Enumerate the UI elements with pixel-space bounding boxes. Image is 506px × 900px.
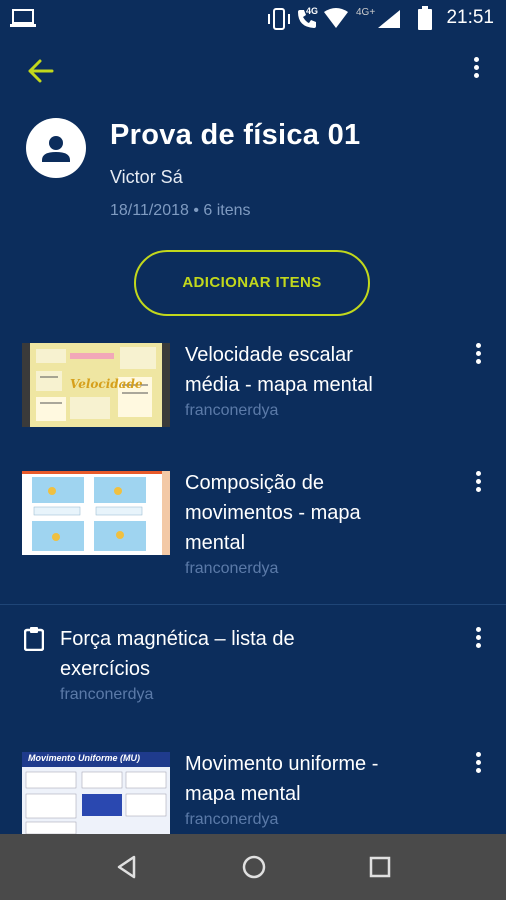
more-options-icon[interactable] [464,54,488,84]
item-author: franconerdya [185,402,279,419]
back-arrow-icon[interactable] [24,54,58,88]
wifi-icon [324,8,348,28]
list-author: Victor Sá [110,167,183,187]
item-title: Força magnética – lista de exercícios [60,628,295,680]
list-item[interactable]: Força magnética – lista de exercícios fr… [0,624,506,714]
add-items-button[interactable]: ADICIONAR ITENS [134,250,370,316]
laptop-icon [10,9,36,27]
list-item[interactable]: Movimento Uniforme (MU) Movimento unifor… [0,749,506,834]
page-title: Prova de física 01 [110,119,361,151]
item-more-options-icon[interactable] [466,340,490,370]
list-item[interactable]: Velocidade Velocidade escalar média - ma… [0,340,506,440]
item-title: Movimento uniforme - mapa mental [185,753,379,805]
nav-back-icon[interactable] [114,854,140,880]
divider [0,604,506,605]
list-item[interactable]: Composição de movimentos - mapa mental f… [0,468,506,588]
avatar [26,118,86,178]
data-type-label: 4G+ [356,7,376,18]
thumbnail-image: Velocidade [22,343,170,427]
vibrate-icon [268,8,290,30]
network-type-label: 4G [306,6,319,16]
item-author: franconerdya [185,811,279,828]
item-more-options-icon[interactable] [466,624,490,654]
cell-signal-icon [378,10,400,28]
item-title: Composição de movimentos - mapa mental [185,472,361,554]
list-meta: 18/11/2018 • 6 itens [110,202,251,219]
clock: 21:51 [446,7,494,28]
thumbnail-image [22,471,170,555]
item-author: franconerdya [185,560,279,577]
item-more-options-icon[interactable] [466,749,490,779]
thumbnail-title: Velocidade [70,377,143,391]
battery-icon [418,6,432,30]
thumbnail-image: Movimento Uniforme (MU) [22,752,170,834]
item-title: Velocidade escalar média - mapa mental [185,344,373,396]
nav-recents-icon[interactable] [368,855,392,879]
thumbnail-title: Movimento Uniforme (MU) [28,753,140,763]
person-icon [42,136,70,162]
item-author: franconerdya [60,686,154,703]
clipboard-icon [24,627,44,651]
status-bar: 4G 4G+ 21:51 [0,0,506,36]
nav-home-icon[interactable] [241,854,267,880]
item-more-options-icon[interactable] [466,468,490,498]
system-nav-bar [0,834,506,900]
app-bar [0,40,506,98]
